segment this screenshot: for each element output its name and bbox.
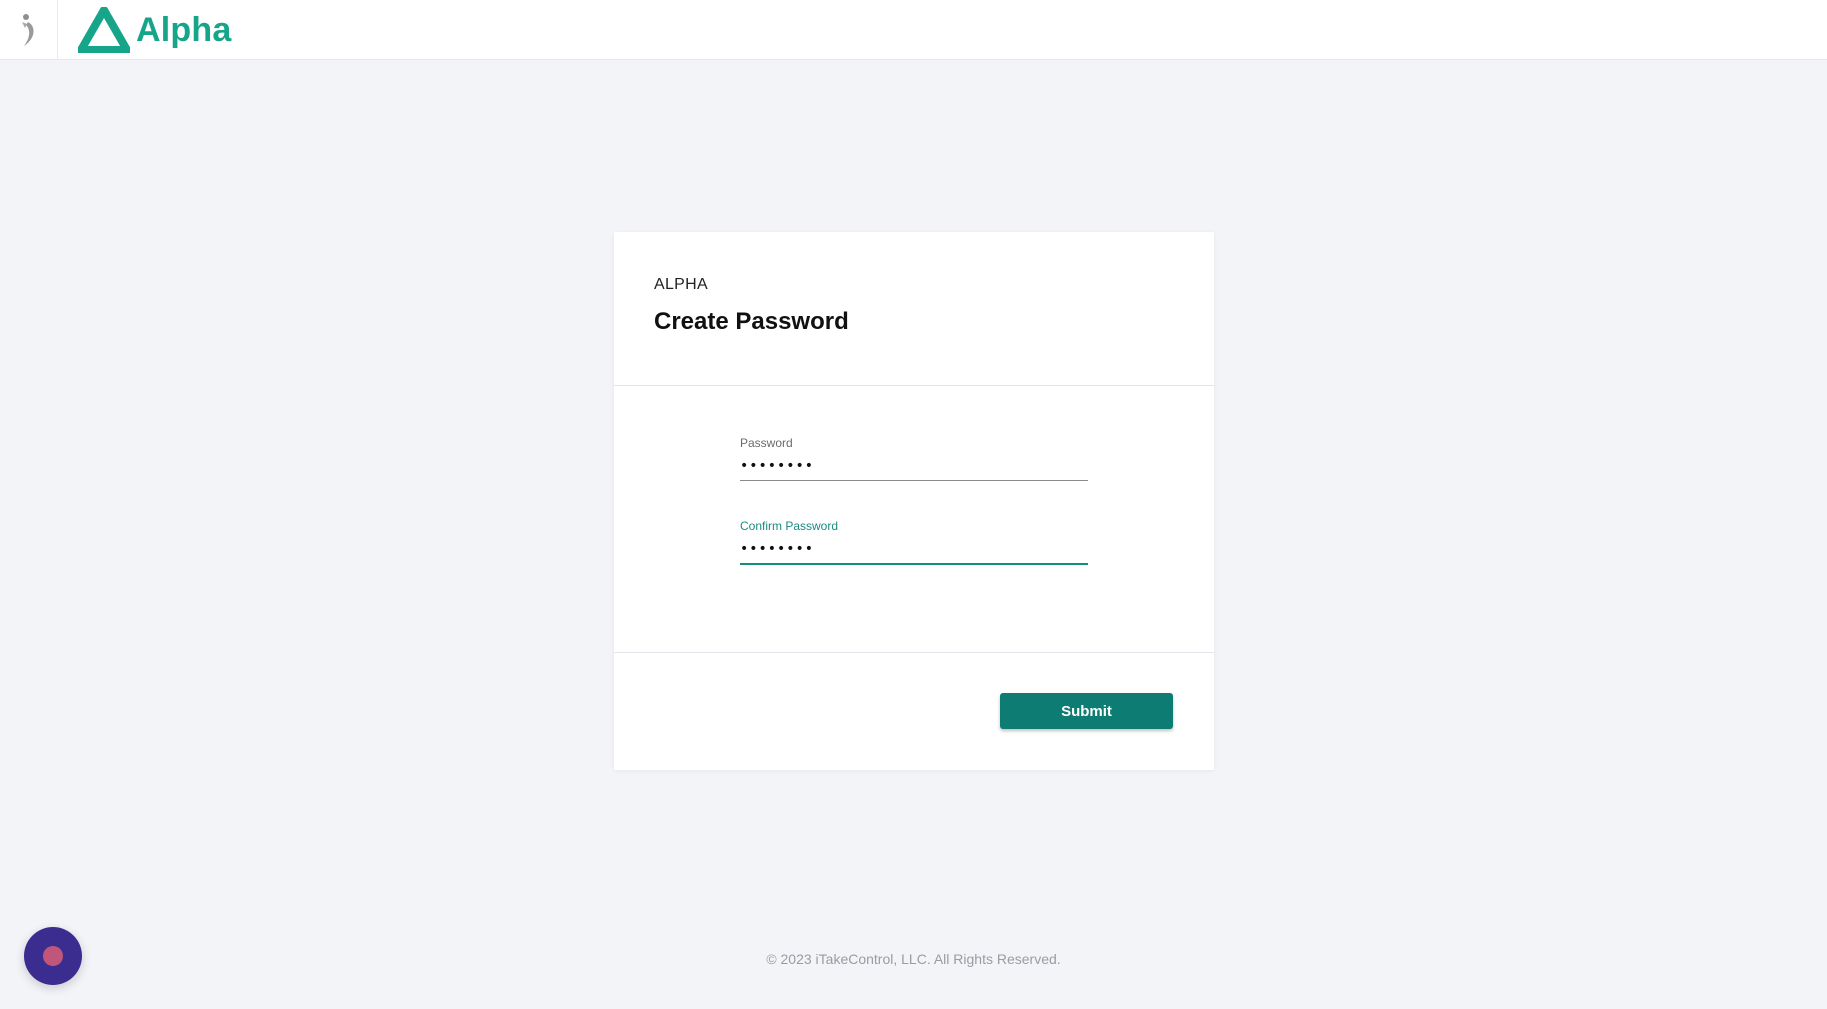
top-bar: Alpha (0, 0, 1827, 60)
password-label: Password (740, 436, 793, 450)
page-title: Create Password (654, 308, 849, 335)
card-body: Password Confirm Password (614, 386, 1214, 653)
password-field-group: Password (740, 436, 1088, 481)
chat-dot (43, 946, 63, 966)
brand-logo[interactable]: Alpha (78, 6, 231, 54)
submit-button[interactable]: Submit (1000, 693, 1173, 729)
create-password-card: ALPHA Create Password Password Confirm P… (614, 232, 1214, 770)
card-header: ALPHA Create Password (614, 232, 1214, 386)
copyright-text: © 2023 iTakeControl, LLC. All Rights Res… (766, 951, 1061, 967)
card-eyebrow: ALPHA (654, 276, 708, 293)
figure-icon[interactable] (0, 0, 58, 60)
password-input[interactable] (740, 454, 1088, 481)
chat-launcher-icon[interactable] (24, 927, 82, 985)
confirm-password-input[interactable] (740, 537, 1088, 565)
confirm-password-field-group: Confirm Password (740, 519, 1088, 565)
brand-name: Alpha (136, 10, 232, 49)
confirm-password-label: Confirm Password (740, 519, 839, 533)
alpha-logo-icon (78, 7, 130, 53)
card-footer: Submit (614, 653, 1214, 769)
